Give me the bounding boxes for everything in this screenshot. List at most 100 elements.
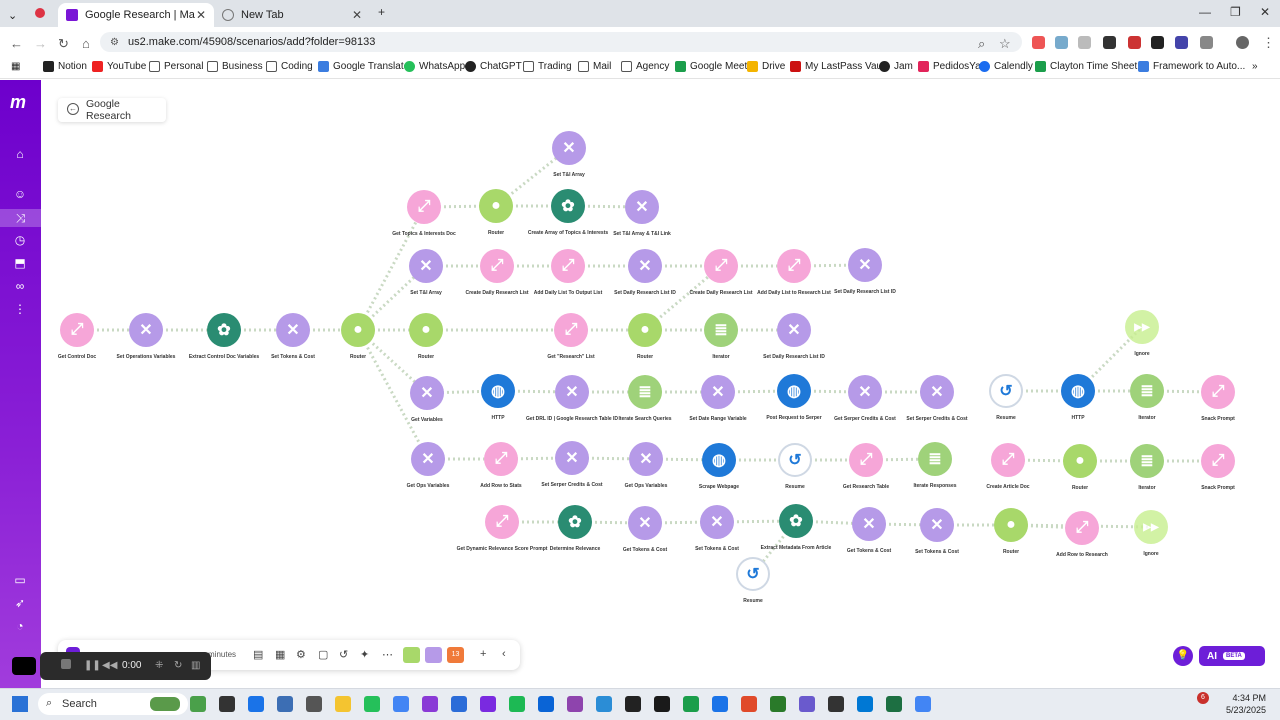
rewind-button[interactable]: ◀◀ (102, 660, 117, 671)
taskbar-app-icon[interactable] (422, 696, 438, 712)
module-pink[interactable]: ⤢ (554, 313, 588, 347)
module-http[interactable]: ◍ (702, 443, 736, 477)
more-options-icon[interactable]: ⋯ (382, 648, 393, 661)
module-http[interactable]: ◍ (481, 374, 515, 408)
module-resume[interactable]: ↺ (736, 557, 770, 591)
module-tools[interactable]: ✕ (276, 313, 310, 347)
module-tools[interactable]: ✕ (777, 313, 811, 347)
module-tools[interactable]: ✕ (628, 506, 662, 540)
module-router[interactable]: ● (628, 313, 662, 347)
module-resume[interactable]: ↺ (989, 374, 1023, 408)
recorder-camera-icon[interactable] (12, 657, 36, 675)
module-iter[interactable]: ≣ (1130, 444, 1164, 478)
system-clock[interactable]: 4:34 PM 5/23/2025 (1226, 692, 1266, 716)
delete-button[interactable]: ▥ (191, 660, 200, 671)
module-openai[interactable]: ✿ (779, 504, 813, 538)
taskbar-app-icon[interactable] (857, 696, 873, 712)
module-tools[interactable]: ✕ (848, 375, 882, 409)
module-tools[interactable]: ✕ (555, 441, 589, 475)
taskbar-app-icon[interactable] (480, 696, 496, 712)
module-pink[interactable]: ⤢ (551, 249, 585, 283)
tools-button[interactable] (425, 647, 442, 663)
module-router[interactable]: ● (409, 313, 443, 347)
windows-start-icon[interactable] (12, 696, 28, 712)
add-module-icon[interactable]: + (480, 648, 486, 660)
notes-icon[interactable]: ▢ (318, 648, 328, 661)
module-tools[interactable]: ✕ (410, 376, 444, 410)
scenario-breadcrumb[interactable]: ← Google Research (58, 98, 166, 122)
back-arrow-icon[interactable]: ← (67, 103, 79, 115)
flow-control-button[interactable] (403, 647, 420, 663)
taskbar-app-icon[interactable] (277, 696, 293, 712)
pause-button[interactable]: ❚❚ (84, 660, 101, 671)
module-pink[interactable]: ⤢ (1201, 444, 1235, 478)
module-tools[interactable]: ✕ (625, 190, 659, 224)
module-pink[interactable]: ⤢ (704, 249, 738, 283)
magic-wand-icon[interactable]: ✦ (360, 648, 369, 661)
module-tools[interactable]: ✕ (628, 249, 662, 283)
module-iter[interactable]: ≣ (704, 313, 738, 347)
taskbar-app-icon[interactable] (451, 696, 467, 712)
module-http[interactable]: ◍ (1061, 374, 1095, 408)
module-tools[interactable]: ✕ (701, 375, 735, 409)
taskbar-app-icon[interactable] (770, 696, 786, 712)
hint-bulb-button[interactable]: 💡 (1173, 646, 1193, 666)
module-pink[interactable]: ⤢ (407, 190, 441, 224)
module-pink[interactable]: ⤢ (60, 313, 94, 347)
taskbar-app-icon[interactable] (509, 696, 525, 712)
module-pink[interactable]: ⤢ (485, 505, 519, 539)
module-http[interactable]: ◍ (777, 374, 811, 408)
taskbar-search[interactable]: ⌕ Search (38, 693, 188, 715)
undo-icon[interactable]: ↺ (339, 648, 348, 661)
ai-assistant-button[interactable]: AI BETA (1199, 646, 1265, 666)
taskbar-app-icon[interactable] (190, 696, 206, 712)
taskbar-app-icon[interactable] (915, 696, 931, 712)
scheduling-icon[interactable]: ▦ (275, 648, 285, 661)
module-tools[interactable]: ✕ (700, 505, 734, 539)
taskbar-app-icon[interactable] (306, 696, 322, 712)
module-pink[interactable]: ⤢ (1065, 511, 1099, 545)
collapse-icon[interactable]: ‹ (502, 648, 506, 660)
module-pink[interactable]: ⤢ (849, 443, 883, 477)
taskbar-app-icon[interactable] (828, 696, 844, 712)
module-iter[interactable]: ≣ (918, 442, 952, 476)
module-tools[interactable]: ✕ (920, 508, 954, 542)
restart-button[interactable]: ↻ (174, 660, 182, 671)
module-router[interactable]: ● (994, 508, 1028, 542)
module-tools[interactable]: ✕ (852, 507, 886, 541)
module-router[interactable]: ● (479, 189, 513, 223)
stop-button[interactable] (61, 659, 71, 669)
taskbar-app-icon[interactable] (219, 696, 235, 712)
taskbar-app-icon[interactable] (799, 696, 815, 712)
module-iter[interactable]: ≣ (1130, 374, 1164, 408)
module-ignore[interactable]: ▶▶ (1125, 310, 1159, 344)
taskbar-app-icon[interactable] (335, 696, 351, 712)
module-tools[interactable]: ✕ (552, 131, 586, 165)
taskbar-app-icon[interactable] (567, 696, 583, 712)
module-tools[interactable]: ✕ (848, 248, 882, 282)
taskbar-app-icon[interactable] (625, 696, 641, 712)
taskbar-app-icon[interactable] (393, 696, 409, 712)
taskbar-app-icon[interactable] (741, 696, 757, 712)
module-pink[interactable]: ⤢ (1201, 375, 1235, 409)
module-tools[interactable]: ✕ (411, 442, 445, 476)
module-tools[interactable]: ✕ (629, 442, 663, 476)
module-tools[interactable]: ✕ (129, 313, 163, 347)
module-ignore[interactable]: ▶▶ (1134, 510, 1168, 544)
settings-gear-icon[interactable]: ⚙ (296, 648, 306, 661)
taskbar-app-icon[interactable] (654, 696, 670, 712)
module-openai[interactable]: ✿ (207, 313, 241, 347)
taskbar-app-icon[interactable] (886, 696, 902, 712)
taskbar-app-icon[interactable] (248, 696, 264, 712)
module-resume[interactable]: ↺ (778, 443, 812, 477)
module-tools[interactable]: ✕ (409, 249, 443, 283)
module-pink[interactable]: ⤢ (991, 443, 1025, 477)
module-tools[interactable]: ✕ (920, 375, 954, 409)
draw-button[interactable]: ⁜ (155, 660, 163, 671)
taskbar-app-icon[interactable] (596, 696, 612, 712)
text-parser-button[interactable]: 13 (447, 647, 464, 663)
taskbar-app-icon[interactable] (538, 696, 554, 712)
module-router[interactable]: ● (1063, 444, 1097, 478)
module-tools[interactable]: ✕ (555, 375, 589, 409)
module-pink[interactable]: ⤢ (480, 249, 514, 283)
